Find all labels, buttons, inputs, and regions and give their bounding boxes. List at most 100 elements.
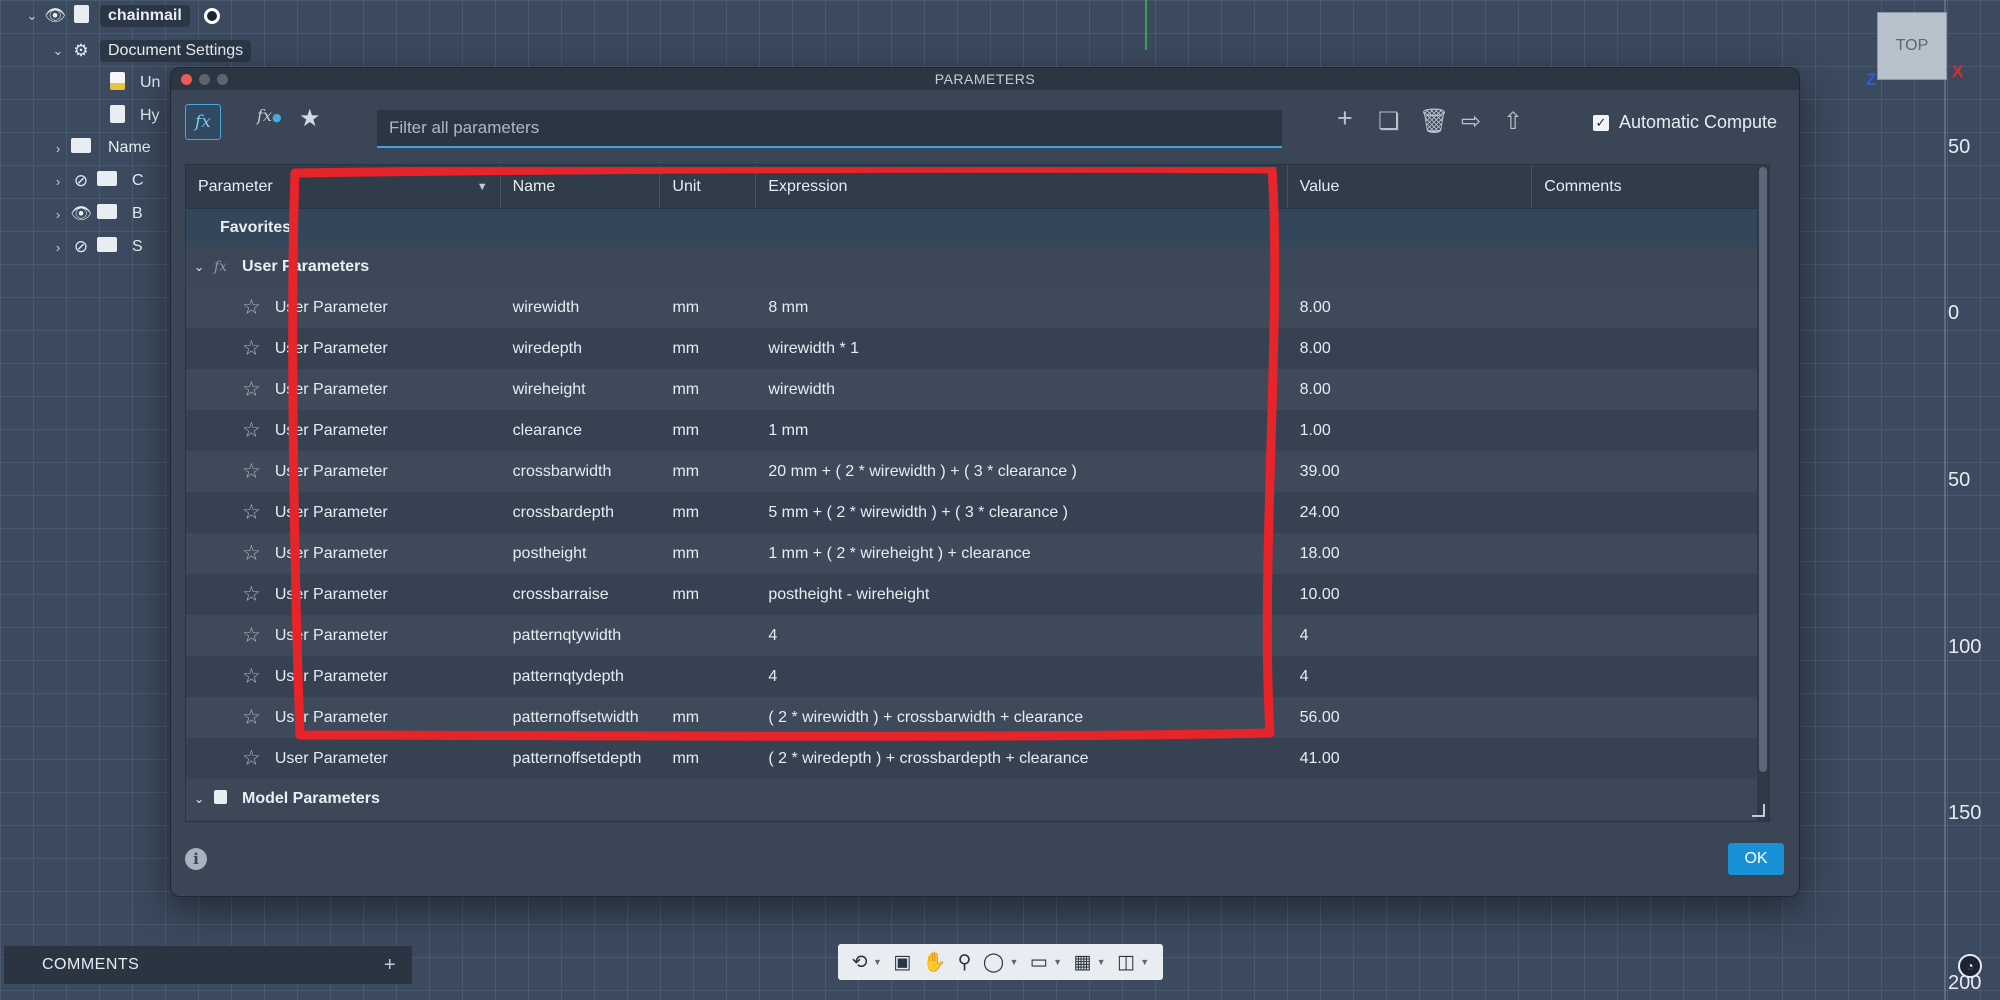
parameter-comment-cell[interactable]	[1532, 697, 1769, 738]
table-row[interactable]: ☆ User Parameter wirewidth mm 8 mm 8.00	[186, 287, 1769, 328]
table-scrollbar[interactable]	[1757, 165, 1769, 821]
favorite-star-icon[interactable]: ☆	[242, 623, 261, 648]
table-row[interactable]: ☆ User Parameter patternoffsetwidth mm ( 2 *…	[186, 697, 1769, 738]
table-row[interactable]: ☆ User Parameter crossbarraise mm postheight…	[186, 574, 1769, 615]
header-unit[interactable]: Unit	[660, 165, 757, 208]
favorite-star-icon[interactable]: ☆	[242, 377, 261, 402]
eye-hidden-icon[interactable]: ⊘	[68, 171, 94, 191]
parameter-expression-cell[interactable]: postheight - wireheight	[756, 574, 1287, 615]
eye-icon[interactable]: 👁	[68, 204, 94, 224]
delete-icon[interactable]: 🗑	[1419, 107, 1449, 136]
chevron-right-icon[interactable]: ›	[48, 240, 68, 255]
chevron-down-icon[interactable]: ⌄	[194, 260, 214, 274]
tree-item-named-views[interactable]: › Name	[48, 133, 151, 163]
table-row[interactable]: ☆ User Parameter crossbarwidth mm 20 mm + ( …	[186, 451, 1769, 492]
chevron-right-icon[interactable]: ›	[48, 207, 68, 222]
header-comments[interactable]: Comments	[1532, 165, 1769, 208]
parameter-comment-cell[interactable]	[1532, 738, 1769, 779]
dropdown-caret-icon[interactable]: ▼	[1097, 957, 1106, 967]
table-row[interactable]: ☆ User Parameter postheight mm 1 mm + ( 2 * …	[186, 533, 1769, 574]
table-row[interactable]: ☆ User Parameter patternoffsetdepth mm ( 2 *…	[186, 738, 1769, 779]
parameter-expression-cell[interactable]: 1 mm + ( 2 * wireheight ) + clearance	[756, 533, 1287, 574]
parameter-comment-cell[interactable]	[1532, 615, 1769, 656]
chevron-down-icon[interactable]: ⌄	[48, 43, 68, 59]
favorite-star-icon[interactable]: ☆	[242, 336, 261, 361]
export-icon[interactable]: ⇧	[1503, 107, 1523, 136]
table-row[interactable]: ☆ User Parameter patternqtydepth 4 4	[186, 656, 1769, 697]
favorite-star-icon[interactable]: ☆	[242, 418, 261, 443]
header-value[interactable]: Value	[1288, 165, 1533, 208]
dropdown-caret-icon[interactable]: ▼	[1053, 957, 1062, 967]
favorite-star-icon[interactable]: ☆	[242, 664, 261, 689]
header-name[interactable]: Name	[501, 165, 661, 208]
pan-hand-icon[interactable]: ✋	[923, 950, 947, 974]
parameter-expression-cell[interactable]: 8 mm	[756, 287, 1287, 328]
tree-item-s[interactable]: › ⊘ S	[48, 232, 143, 262]
zoom-icon[interactable]: ⚲	[958, 951, 972, 974]
add-comment-icon[interactable]: +	[384, 954, 396, 977]
tree-root-label[interactable]: chainmail	[100, 5, 190, 27]
favorite-star-icon[interactable]: ☆	[242, 541, 261, 566]
favorites-star-icon[interactable]: ★	[299, 104, 321, 133]
model-parameters-group-row[interactable]: ⌄ Model Parameters	[186, 779, 1769, 819]
parameter-comment-cell[interactable]	[1532, 451, 1769, 492]
comments-panel[interactable]: COMMENTS +	[4, 946, 412, 984]
tree-item-document-settings[interactable]: ⌄ ⚙ Document Settings	[48, 36, 252, 66]
favorites-group-row[interactable]: Favorites	[186, 209, 1769, 247]
header-expression[interactable]: Expression	[756, 165, 1288, 208]
grid-icon[interactable]: ▦	[1073, 951, 1091, 974]
parameter-expression-cell[interactable]: 20 mm + ( 2 * wirewidth ) + ( 3 * cleara…	[756, 451, 1287, 492]
header-parameter[interactable]: Parameter ▼	[186, 165, 501, 208]
dropdown-caret-icon[interactable]: ▼	[1140, 957, 1149, 967]
parameter-expression-cell[interactable]: 1 mm	[756, 410, 1287, 451]
eye-icon[interactable]: 👁	[42, 6, 68, 26]
scrollbar-thumb[interactable]	[1759, 167, 1767, 772]
filter-parameters-input[interactable]	[377, 110, 1282, 148]
display-settings-icon[interactable]: ▭	[1030, 951, 1048, 974]
dropdown-caret-icon[interactable]: ▼	[873, 957, 882, 967]
viewcube[interactable]: TOP	[1877, 12, 1947, 80]
user-parameters-group-row[interactable]: ⌄ fx User Parameters	[186, 247, 1769, 287]
eye-hidden-icon[interactable]: ⊘	[68, 237, 94, 257]
tree-item-hy[interactable]: Hy	[104, 101, 160, 131]
favorite-star-icon[interactable]: ☆	[242, 459, 261, 484]
copy-icon[interactable]: ❏	[1378, 107, 1400, 136]
table-row[interactable]: ☆ User Parameter wiredepth mm wirewidth * 1 8…	[186, 328, 1769, 369]
caret-down-icon[interactable]: ▼	[477, 181, 488, 193]
close-window-icon[interactable]	[181, 74, 192, 85]
info-icon[interactable]: i	[185, 848, 207, 870]
all-parameters-fx-button[interactable]: fx	[185, 104, 221, 140]
parameter-comment-cell[interactable]	[1532, 410, 1769, 451]
favorite-star-icon[interactable]: ☆	[242, 295, 261, 320]
table-row[interactable]: ☆ User Parameter patternqtywidth 4 4	[186, 615, 1769, 656]
parameter-expression-cell[interactable]: wirewidth * 1	[756, 328, 1287, 369]
parameter-comment-cell[interactable]	[1532, 533, 1769, 574]
parameter-expression-cell[interactable]: 4	[756, 615, 1287, 656]
chevron-right-icon[interactable]: ›	[48, 141, 68, 156]
parameter-expression-cell[interactable]: ( 2 * wiredepth ) + crossbardepth + clea…	[756, 738, 1287, 779]
speedometer-icon[interactable]: ◔	[1958, 954, 1982, 978]
dialog-titlebar[interactable]: PARAMETERS	[171, 68, 1799, 90]
user-parameters-fx-button[interactable]: fx●	[257, 106, 282, 125]
viewports-icon[interactable]: ◫	[1117, 951, 1135, 974]
parameter-comment-cell[interactable]	[1532, 492, 1769, 533]
zoom-window-icon[interactable]	[217, 74, 228, 85]
parameter-expression-cell[interactable]: ( 2 * wirewidth ) + crossbarwidth + clea…	[756, 697, 1287, 738]
parameter-expression-cell[interactable]: wirewidth	[756, 369, 1287, 410]
dropdown-caret-icon[interactable]: ▼	[1009, 957, 1018, 967]
parameter-expression-cell[interactable]: 4	[756, 656, 1287, 697]
import-icon[interactable]: ⇨	[1461, 107, 1481, 136]
tree-item-b[interactable]: › 👁 B	[48, 199, 143, 229]
parameter-expression-cell[interactable]: 5 mm + ( 2 * wirewidth ) + ( 3 * clearan…	[756, 492, 1287, 533]
minimize-window-icon[interactable]	[199, 74, 210, 85]
tree-root-row[interactable]: ⌄ 👁 chainmail	[22, 1, 220, 31]
favorite-star-icon[interactable]: ☆	[242, 746, 261, 771]
favorite-star-icon[interactable]: ☆	[242, 582, 261, 607]
favorite-star-icon[interactable]: ☆	[242, 705, 261, 730]
fit-icon[interactable]: ◯	[983, 951, 1004, 974]
table-row[interactable]: ☆ User Parameter clearance mm 1 mm 1.00	[186, 410, 1769, 451]
parameter-comment-cell[interactable]	[1532, 328, 1769, 369]
parameter-comment-cell[interactable]	[1532, 574, 1769, 615]
active-radio-icon[interactable]	[203, 8, 220, 24]
resize-grip-icon[interactable]	[1752, 804, 1765, 817]
